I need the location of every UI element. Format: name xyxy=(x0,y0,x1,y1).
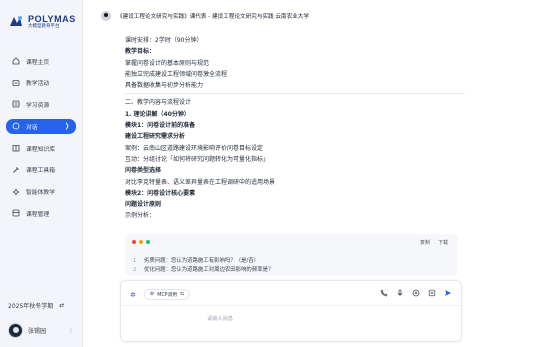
model-switch-icon[interactable]: ✲ xyxy=(130,291,136,299)
sidebar-item-course-manage[interactable]: 课程管理 xyxy=(6,206,76,220)
swap-icon: ⇄ xyxy=(59,302,65,309)
copy-button[interactable]: 复制 xyxy=(420,239,430,246)
message-input[interactable]: 请输入消息 xyxy=(207,315,233,322)
manage-icon xyxy=(12,209,20,217)
content-heading: 问卷类型选择 xyxy=(125,167,162,175)
content-heading: 模块2：问卷设计核心要素 xyxy=(125,189,196,197)
sidebar-item-label: 学习资源 xyxy=(26,102,50,109)
file-add-icon[interactable] xyxy=(428,289,436,297)
content-heading: 模块1：问卷设计前的准备 xyxy=(125,122,196,130)
sidebar-item-resources[interactable]: 学习资源 xyxy=(6,97,76,111)
content-line: 能独立完成建设工程领域问卷激全流程 xyxy=(125,70,228,78)
line-number: 2 xyxy=(133,267,137,273)
code-line: 1 劣质问题：您认为道路施工有影响吗？（是/否） xyxy=(133,256,259,264)
content-line: 互动：分组讨论「如何将研究问题转化为可量化指标」 xyxy=(125,155,270,163)
book-icon xyxy=(12,145,20,152)
sidebar-nav: 课程主页 教学活动 学习资源 对话 ❭ 课程知识库 课程工具箱 智能体教学 课程… xyxy=(6,54,76,228)
swap-icon: ⇆ xyxy=(180,292,185,297)
content-heading: 1. 理论讲解（40分钟） xyxy=(125,110,190,118)
resource-icon xyxy=(12,100,20,108)
content-heading: 建设工程研究需求分析 xyxy=(125,133,186,141)
agent-icon xyxy=(12,188,20,196)
chevron-right-icon: ❭ xyxy=(64,122,70,131)
phone-icon[interactable] xyxy=(380,289,388,297)
content-line: 课时安排：2学时（90分钟） xyxy=(125,37,203,44)
window-dot-icon xyxy=(132,240,136,244)
chat-icon xyxy=(12,122,20,130)
sidebar-item-course-home[interactable]: 课程主页 xyxy=(6,54,76,68)
sidebar-item-toolbox[interactable]: 课程工具箱 xyxy=(6,163,76,177)
home-icon xyxy=(12,57,20,65)
sidebar-item-activities[interactable]: 教学活动 xyxy=(6,76,76,90)
content-line: 具备数据收集与初步分析能力 xyxy=(125,82,204,90)
code-block: 复制 下载 1 劣质问题：您认为道路施工有影响吗？（是/否） 2 优化问题：您认为道路… xyxy=(125,234,458,276)
line-number: 1 xyxy=(133,258,137,264)
window-dot-icon xyxy=(146,240,150,244)
chat-header: 《建设工程论文研究与实践》课代表 - 建设工程论文研究与实践 云南农业大学 xyxy=(101,11,309,21)
attachment-icon[interactable] xyxy=(412,289,420,297)
sidebar-item-label: 课程管理 xyxy=(26,211,50,218)
more-vertical-icon[interactable]: ⋮ xyxy=(68,327,74,334)
sidebar: POLYMAS 大模型教育平台 课程主页 教学活动 学习资源 对话 ❭ 课程知识… xyxy=(0,0,82,347)
sidebar-item-label: 教学活动 xyxy=(26,81,50,88)
sidebar-item-chat[interactable]: 对话 ❭ xyxy=(6,118,76,134)
activity-icon xyxy=(12,79,20,86)
sidebar-item-label: 课程工具箱 xyxy=(26,168,55,175)
user-name: 张锡园 xyxy=(28,328,47,335)
content-line: 二、教学内容与流程设计 xyxy=(125,99,192,107)
semester-label: 2025年秋冬学期 xyxy=(8,303,54,310)
sidebar-item-label: 对话 xyxy=(26,124,38,131)
mcp-call-label: MCP调用 xyxy=(157,293,178,298)
send-icon[interactable] xyxy=(444,289,452,297)
microphone-icon[interactable] xyxy=(396,289,404,297)
assistant-message: 课时安排：2学时（90分钟） 教学目标： 掌握问卷设计的基本原则与规范能独立完成建设… xyxy=(125,35,465,222)
avatar xyxy=(8,323,23,338)
tool-icon: ⚙ xyxy=(149,292,155,297)
brand-subtitle: 大模型教育平台 xyxy=(28,23,60,29)
content-line: 掌握问卷设计的基本原则与规范 xyxy=(125,59,210,67)
code-text: 优化问题：您认为道路施工对周边农田影响的频率是？ xyxy=(144,267,274,273)
user-profile[interactable]: 张锡园 ⋮ xyxy=(8,323,74,338)
download-button[interactable]: 下载 xyxy=(438,239,448,246)
brand-name: POLYMAS xyxy=(28,13,76,24)
window-dot-icon xyxy=(139,240,143,244)
content-line: 示例分析： xyxy=(125,212,156,220)
sidebar-item-label: 课程主页 xyxy=(26,59,50,66)
code-line: 2 优化问题：您认为道路施工对周边农田影响的频率是？ xyxy=(133,265,273,273)
content-line: 对比李克特量表、语义差异量表在工程调研中的适用场景 xyxy=(125,178,276,186)
chat-title: 《建设工程论文研究与实践》课代表 - 建设工程论文研究与实践 云南农业大学 xyxy=(117,14,309,20)
semester-switcher[interactable]: 2025年秋冬学期 ⇄ xyxy=(8,301,64,310)
sidebar-item-label: 智能体教学 xyxy=(26,190,55,197)
code-text: 劣质问题：您认为道路施工有影响吗？（是/否） xyxy=(144,258,260,264)
assistant-avatar-icon xyxy=(101,11,111,21)
content-heading: 问题设计原则 xyxy=(125,201,162,209)
sidebar-item-agent-teaching[interactable]: 智能体教学 xyxy=(6,185,76,199)
message-composer: ✲ ⚙ MCP调用 ⇆ 请输入消息 xyxy=(120,280,462,342)
content-heading: 教学目标： xyxy=(125,48,156,56)
composer-divider xyxy=(121,305,461,306)
sidebar-item-knowledge-base[interactable]: 课程知识库 xyxy=(6,141,76,155)
code-window-dots xyxy=(132,240,150,244)
brand-logo[interactable]: POLYMAS 大模型教育平台 xyxy=(8,14,76,30)
content-divider xyxy=(125,93,465,95)
toolbox-icon xyxy=(13,167,19,173)
sidebar-item-label: 课程知识库 xyxy=(26,146,55,153)
polymas-logo-icon xyxy=(8,14,24,30)
mcp-call-toggle[interactable]: ⚙ MCP调用 ⇆ xyxy=(143,289,191,300)
content-line: 案例：云南山区道路建设环境影响评价问卷目标设定 xyxy=(125,144,264,152)
